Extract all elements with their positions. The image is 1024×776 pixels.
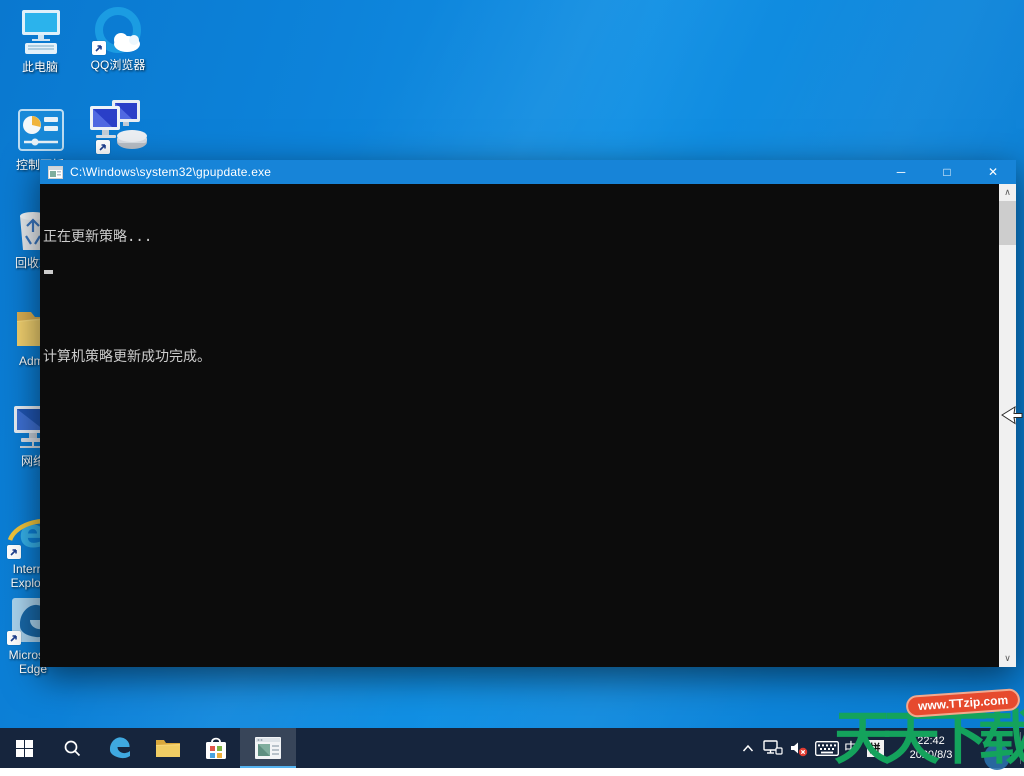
console-window: C:\Windows\system32\gpupdate.exe ─ □ ✕ 正…: [40, 160, 1016, 667]
windows-logo-icon: [16, 740, 33, 757]
desktop-icon-label: 此电脑: [2, 60, 78, 74]
console-scrollbar[interactable]: ∧ ∨: [999, 184, 1016, 667]
console-titlebar[interactable]: C:\Windows\system32\gpupdate.exe ─ □ ✕: [40, 160, 1016, 184]
shortcut-arrow-icon: [96, 140, 110, 154]
control-panel-icon: [13, 106, 67, 156]
console-output-area[interactable]: 正在更新策略... 计算机策略更新成功完成。 ∧ ∨: [40, 184, 1016, 667]
tray-ime-badge[interactable]: 拼: [864, 728, 886, 768]
window-title: C:\Windows\system32\gpupdate.exe: [70, 165, 271, 179]
start-button[interactable]: [0, 728, 48, 768]
search-icon: [63, 739, 81, 757]
keyboard-icon: [815, 741, 839, 756]
shortcut-arrow-icon: [7, 631, 21, 645]
speaker-muted-icon: [789, 740, 809, 757]
desktop-icon-network-computers[interactable]: [78, 96, 154, 160]
microsoft-store-icon: [204, 735, 228, 761]
taskbar-console-button[interactable]: [240, 728, 296, 768]
network-status-icon: [763, 740, 783, 756]
taskbar-file-explorer-button[interactable]: [144, 728, 192, 768]
console-line: [43, 287, 996, 307]
ime-mode-indicator: 中: [844, 738, 858, 758]
close-button[interactable]: ✕: [970, 160, 1016, 184]
tray-network[interactable]: [760, 728, 786, 768]
tray-touch-keyboard[interactable]: [812, 728, 842, 768]
clock-date: 2020/8/3: [898, 748, 964, 762]
chevron-up-icon: [742, 744, 754, 752]
desktop-icon-label: QQ浏览器: [80, 58, 156, 72]
console-text: 正在更新策略... 计算机策略更新成功完成。: [43, 187, 996, 407]
show-desktop-button[interactable]: [1020, 732, 1024, 764]
tray-clock[interactable]: 22:42 2020/8/3: [898, 734, 964, 762]
console-line: 计算机策略更新成功完成。: [43, 347, 996, 367]
clock-time: 22:42: [898, 734, 964, 748]
network-computers-icon: [82, 96, 150, 158]
tray-ime-mode[interactable]: 中: [840, 728, 862, 768]
qq-browser-icon: [91, 6, 145, 56]
taskbar-edge-button[interactable]: [96, 728, 144, 768]
minimize-button[interactable]: ─: [878, 160, 924, 184]
tray-show-hidden-icons[interactable]: [740, 728, 756, 768]
shortcut-arrow-icon: [92, 41, 106, 55]
edge-icon: [107, 735, 133, 761]
scrollbar-up-arrow-icon[interactable]: ∧: [999, 184, 1016, 201]
scrollbar-thumb[interactable]: [999, 201, 1016, 245]
taskbar: 中 拼 22:42 2020/8/3: [0, 728, 1024, 768]
desktop-icon-qq-browser[interactable]: QQ浏览器: [80, 6, 156, 72]
maximize-button[interactable]: □: [924, 160, 970, 184]
console-window-icon: [254, 736, 282, 760]
console-app-icon: [48, 166, 63, 179]
file-explorer-icon: [155, 737, 181, 759]
ime-pinyin-badge: 拼: [867, 740, 884, 757]
shortcut-arrow-icon: [7, 545, 21, 559]
scrollbar-down-arrow-icon[interactable]: ∨: [999, 650, 1016, 667]
console-cursor: [44, 270, 53, 274]
search-button[interactable]: [48, 728, 96, 768]
desktop-icon-this-pc[interactable]: 此电脑: [2, 8, 78, 74]
this-pc-icon: [13, 8, 67, 58]
tray-volume[interactable]: [786, 728, 812, 768]
console-line: 正在更新策略...: [43, 227, 996, 247]
taskbar-store-button[interactable]: [192, 728, 240, 768]
